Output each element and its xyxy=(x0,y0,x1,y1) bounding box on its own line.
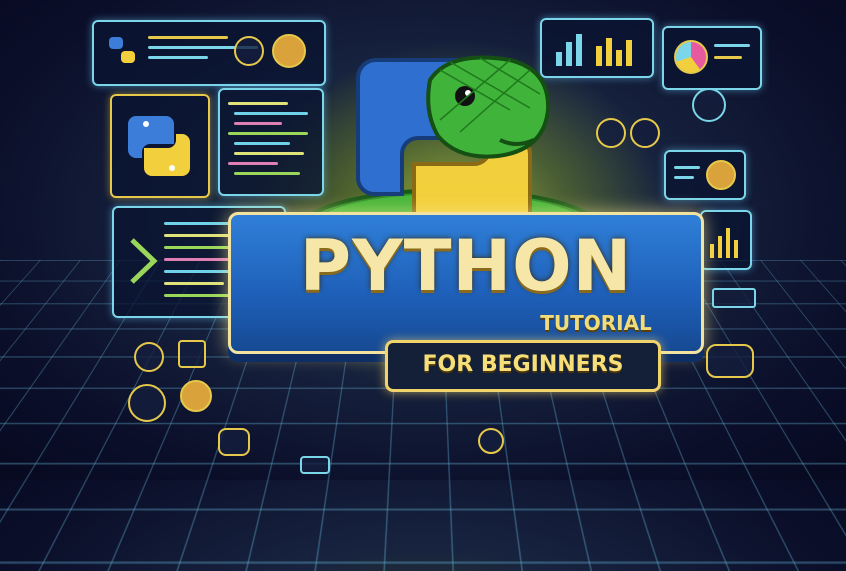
magnifier-icon xyxy=(692,88,726,122)
code-line xyxy=(164,258,234,261)
banner-text: FOR BEGINNERS xyxy=(388,352,658,377)
cursor-icon xyxy=(478,428,504,454)
refresh-icon xyxy=(234,36,264,66)
shield-icon xyxy=(630,118,660,148)
code-line xyxy=(714,44,750,47)
chevron-right-icon xyxy=(128,236,158,286)
code-line xyxy=(234,122,282,125)
block-icon xyxy=(712,288,756,308)
stats-panel xyxy=(662,26,762,90)
page-title: PYTHON xyxy=(231,225,701,307)
code-line xyxy=(228,102,288,105)
code-line xyxy=(148,56,208,59)
gear-icon xyxy=(128,384,166,422)
network-icon xyxy=(134,342,164,372)
code-line xyxy=(674,166,700,169)
lock-icon xyxy=(178,340,206,368)
python-logo-icon xyxy=(126,110,192,182)
code-line xyxy=(164,282,224,285)
code-line xyxy=(228,162,278,165)
link-icon xyxy=(218,428,250,456)
python-logo-panel xyxy=(110,94,210,198)
beginners-banner: FOR BEGINNERS xyxy=(385,340,661,392)
code-line xyxy=(714,56,742,59)
info-panel xyxy=(664,150,746,200)
code-line xyxy=(674,176,694,179)
title-box: PYTHON TUTORIAL xyxy=(228,212,704,354)
code-line xyxy=(148,36,228,39)
coin-icon xyxy=(180,380,212,412)
arrow-icon xyxy=(300,456,330,474)
pie-chart-icon xyxy=(674,40,708,74)
python-small-icon xyxy=(106,34,138,66)
paw-icon xyxy=(706,344,754,378)
bulb-icon xyxy=(706,160,736,190)
chart-icon xyxy=(708,222,744,260)
subtitle: TUTORIAL xyxy=(496,311,696,335)
mini-chart-panel xyxy=(700,210,752,270)
